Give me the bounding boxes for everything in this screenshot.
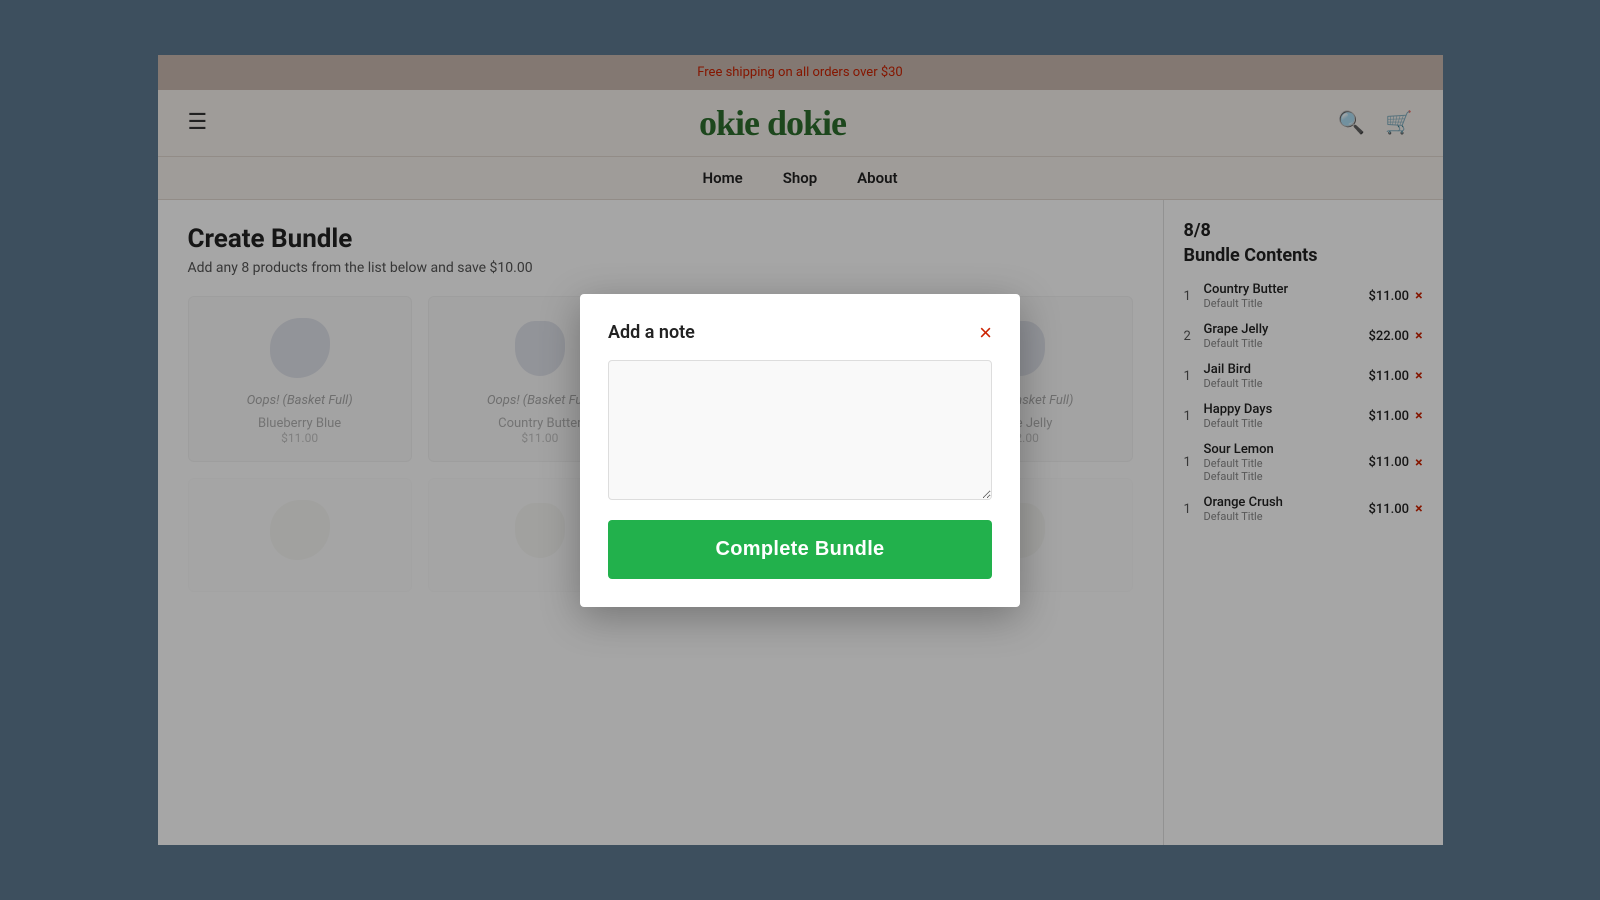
add-note-modal: Add a note × Complete Bundle [580,294,1020,607]
modal-close-button[interactable]: × [979,322,992,344]
complete-bundle-button[interactable]: Complete Bundle [608,520,992,579]
modal-backdrop: Add a note × Complete Bundle [158,55,1443,845]
browser-window: Free shipping on all orders over $30 ☰ o… [158,55,1443,845]
modal-title: Add a note [608,322,695,343]
note-textarea[interactable] [608,360,992,500]
modal-header: Add a note × [608,322,992,344]
